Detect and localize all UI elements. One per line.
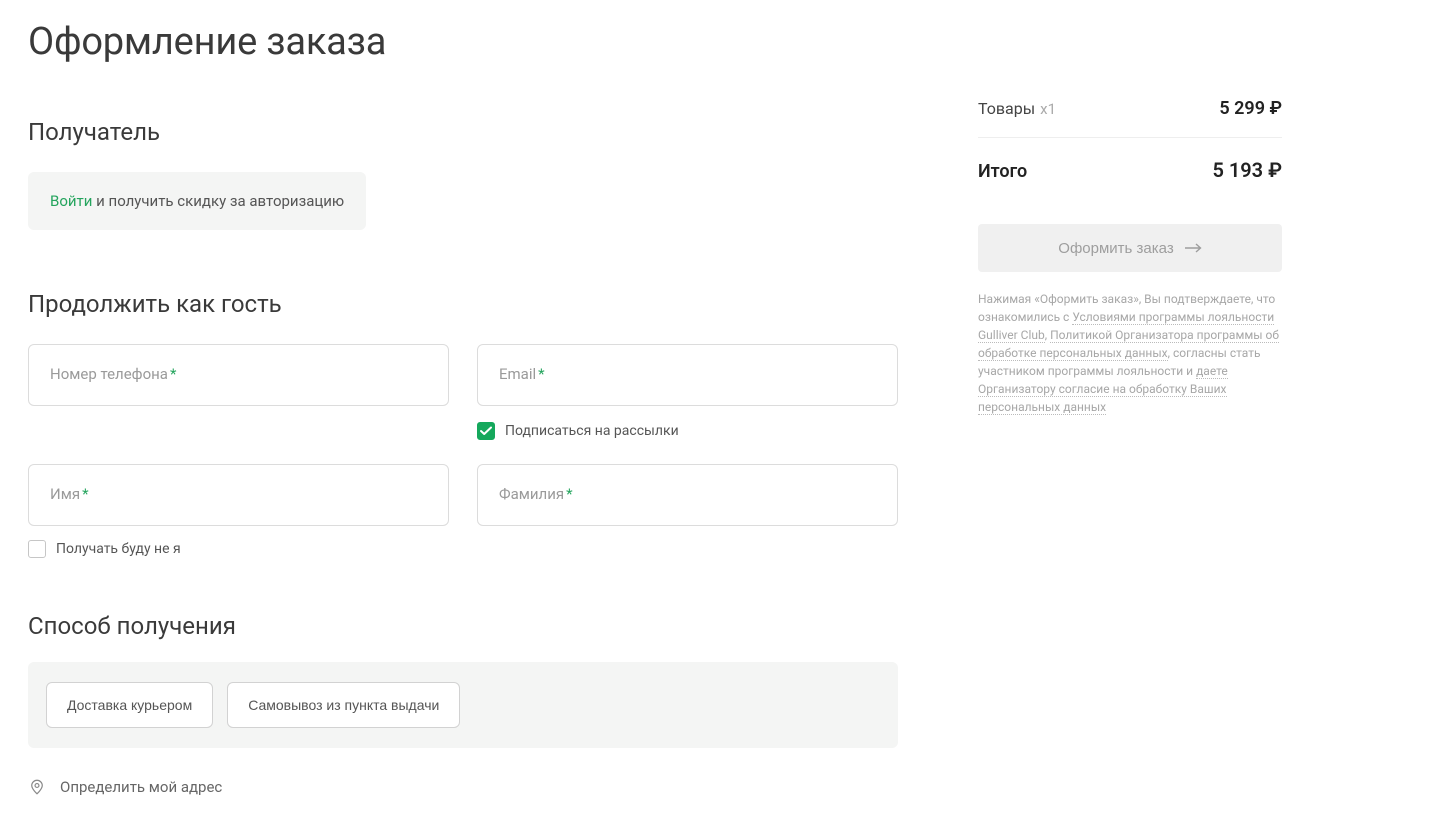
- pickup-button[interactable]: Самовывоз из пункта выдачи: [227, 682, 460, 728]
- summary-items-count: x1: [1040, 100, 1056, 118]
- someone-else-label: Получать буду не я: [56, 541, 181, 557]
- summary-total-price: 5 193 ₽: [1212, 158, 1282, 182]
- locate-label: Определить мой адрес: [60, 778, 222, 796]
- page-title: Оформление заказа: [28, 20, 898, 64]
- pin-icon: [28, 778, 46, 796]
- first-name-input[interactable]: [28, 464, 449, 526]
- delivery-heading: Способ получения: [28, 612, 898, 640]
- locate-address[interactable]: Определить мой адрес: [28, 778, 898, 796]
- last-name-input[interactable]: [477, 464, 898, 526]
- login-link[interactable]: Войти: [50, 192, 92, 210]
- summary-items-label: Товары: [978, 99, 1035, 118]
- guest-heading: Продолжить как гость: [28, 290, 898, 318]
- someone-else-checkbox[interactable]: [28, 540, 46, 558]
- login-prompt: Войти и получить скидку за авторизацию: [28, 172, 366, 230]
- subscribe-label: Подписаться на рассылки: [505, 423, 679, 439]
- email-input[interactable]: [477, 344, 898, 406]
- summary-items-row: Товары x1 5 299 ₽: [978, 98, 1282, 138]
- delivery-method-group: Доставка курьером Самовывоз из пункта вы…: [28, 662, 898, 748]
- courier-button[interactable]: Доставка курьером: [46, 682, 213, 728]
- summary-total-row: Итого 5 193 ₽: [978, 158, 1282, 200]
- phone-input[interactable]: [28, 344, 449, 406]
- check-icon: [480, 426, 492, 436]
- checkout-button[interactable]: Оформить заказ: [978, 224, 1282, 272]
- recipient-heading: Получатель: [28, 118, 898, 146]
- disclaimer-text: Нажимая «Оформить заказ», Вы подтверждае…: [978, 290, 1282, 416]
- arrow-right-icon: [1184, 243, 1202, 253]
- checkout-button-label: Оформить заказ: [1058, 240, 1173, 257]
- summary-items-price: 5 299 ₽: [1219, 98, 1282, 119]
- subscribe-checkbox[interactable]: [477, 422, 495, 440]
- summary-total-label: Итого: [978, 161, 1027, 182]
- login-suffix: и получить скидку за авторизацию: [92, 192, 344, 210]
